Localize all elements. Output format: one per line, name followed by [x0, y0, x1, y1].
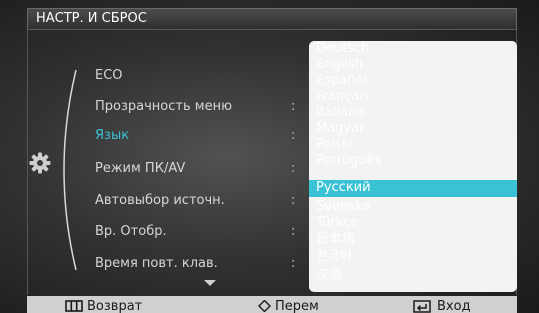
- menu-item-colon: :: [291, 128, 296, 143]
- language-option-francais[interactable]: Français: [309, 89, 517, 105]
- language-option-english[interactable]: English: [309, 57, 517, 73]
- enter-label: Вход: [437, 299, 471, 313]
- language-option-italiano[interactable]: Italiano: [309, 105, 517, 121]
- menu-item-colon: :: [291, 224, 296, 239]
- title-bar: НАСТР. И СБРОС: [27, 8, 517, 30]
- menu-item-colon: :: [291, 161, 296, 176]
- language-option-espanol[interactable]: Español: [309, 73, 517, 89]
- menu-item-auto-source[interactable]: Автовыбор источн.: [95, 193, 225, 209]
- menu-item-colon: :: [291, 193, 296, 208]
- language-dropdown[interactable]: Deutsch English Español Français Italian…: [309, 41, 517, 292]
- page-title: НАСТР. И СБРОС: [36, 11, 147, 26]
- bottom-button-bar: Возврат Перем Вход: [27, 296, 517, 313]
- menu-item-key-repeat-time[interactable]: Время повт. клав.: [95, 256, 218, 272]
- chevron-down-icon[interactable]: [204, 280, 216, 286]
- menu-item-language[interactable]: Язык: [95, 128, 129, 144]
- language-option-portugues[interactable]: Português: [309, 153, 517, 169]
- menu-item-menu-transparency[interactable]: Прозрачность меню: [95, 99, 232, 115]
- menu-item-pc-av-mode[interactable]: Режим ПК/AV: [95, 161, 185, 177]
- language-option-polski[interactable]: Polski: [309, 137, 517, 153]
- return-label: Возврат: [87, 299, 143, 313]
- move-label: Перем: [275, 299, 319, 313]
- language-option-korean[interactable]: 한국어: [309, 249, 517, 265]
- move-button[interactable]: Перем: [258, 296, 368, 313]
- language-option-turkce[interactable]: Türkçe: [309, 215, 517, 231]
- osd-menu: НАСТР. И СБРОС ECO Прозрачность меню : Я…: [0, 0, 539, 313]
- language-option-japanese[interactable]: 日本語: [309, 232, 517, 248]
- language-option-deutsch[interactable]: Deutsch: [309, 41, 517, 57]
- return-button[interactable]: Возврат: [65, 296, 195, 313]
- menu-item-display-time[interactable]: Вр. Отобр.: [95, 224, 167, 240]
- menu-grid-icon: [65, 300, 83, 312]
- menu-item-eco[interactable]: ECO: [95, 68, 123, 84]
- menu-arc-decoration: [63, 70, 77, 270]
- gear-icon: [29, 152, 51, 174]
- enter-icon: [413, 300, 431, 313]
- language-option-russian[interactable]: Русский: [309, 180, 517, 197]
- language-option-svenska[interactable]: Svenska: [309, 199, 517, 215]
- language-option-magyar[interactable]: Magyar: [309, 121, 517, 137]
- language-option-chinese[interactable]: 汉语: [309, 268, 517, 284]
- menu-item-colon: :: [291, 256, 296, 271]
- menu-item-colon: :: [291, 99, 296, 114]
- up-down-arrow-icon: [258, 300, 271, 312]
- enter-button[interactable]: Вход: [413, 296, 513, 313]
